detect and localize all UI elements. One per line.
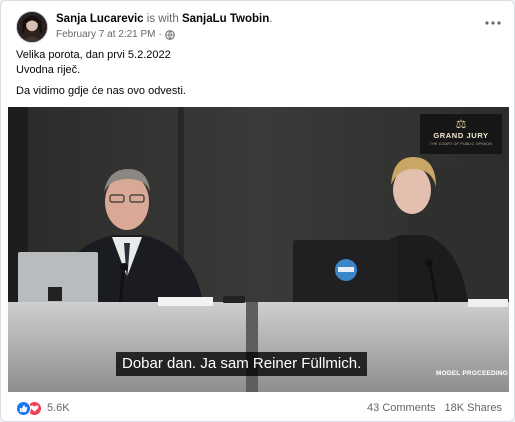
video-player[interactable]: ⚖ GRAND JURY THE COURT OF PUBLIC OPINION… [8, 107, 509, 392]
post-sub-line: February 7 at 2:21 PM · [56, 27, 272, 42]
tagged-name[interactable]: SanjaLu Twobin [182, 13, 269, 25]
post-stats: 5.6K 43 Comments 18K Shares [16, 399, 502, 417]
logo-subtitle: THE COURT OF PUBLIC OPINION [429, 142, 493, 146]
scales-icon: ⚖ [455, 117, 467, 131]
author-name[interactable]: Sanja Lucarevic [56, 13, 144, 25]
reactions-count[interactable]: 5.6K [47, 402, 70, 414]
author-avatar[interactable] [16, 11, 48, 43]
post-text-line: Da vidimo gdje će nas ovo odvesti. [16, 85, 186, 97]
post-text: Velika porota, dan prvi 5.2.2022 Uvodna … [16, 48, 502, 99]
post-header: Sanja Lucarevic is with SanjaLu Twobin. … [16, 11, 502, 43]
author-line: Sanja Lucarevic is with SanjaLu Twobin. [56, 12, 272, 27]
logo-title: GRAND JURY [433, 131, 489, 140]
author-line-period: . [269, 13, 273, 25]
post-card: Sanja Lucarevic is with SanjaLu Twobin. … [0, 0, 515, 422]
with-text: is with [146, 13, 179, 25]
post-text-line: Uvodna riječ. [16, 63, 81, 76]
more-options-icon[interactable] [482, 15, 504, 31]
globe-icon [165, 29, 175, 40]
like-icon [16, 400, 31, 416]
video-watermark: MODEL PROCEEDING [436, 370, 509, 377]
grand-jury-logo: ⚖ GRAND JURY THE COURT OF PUBLIC OPINION [420, 114, 502, 154]
reactions[interactable]: 5.6K [16, 400, 70, 416]
shares-count[interactable]: 18K Shares [445, 402, 502, 414]
post-meta: Sanja Lucarevic is with SanjaLu Twobin. … [56, 12, 272, 42]
comments-count[interactable]: 43 Comments [367, 402, 435, 414]
post-text-line: Velika porota, dan prvi 5.2.2022 [16, 49, 171, 61]
date-separator: · [158, 29, 162, 40]
video-subtitle: Dobar dan. Ja sam Reiner Füllmich. [116, 352, 368, 376]
post-date[interactable]: February 7 at 2:21 PM [56, 27, 156, 42]
